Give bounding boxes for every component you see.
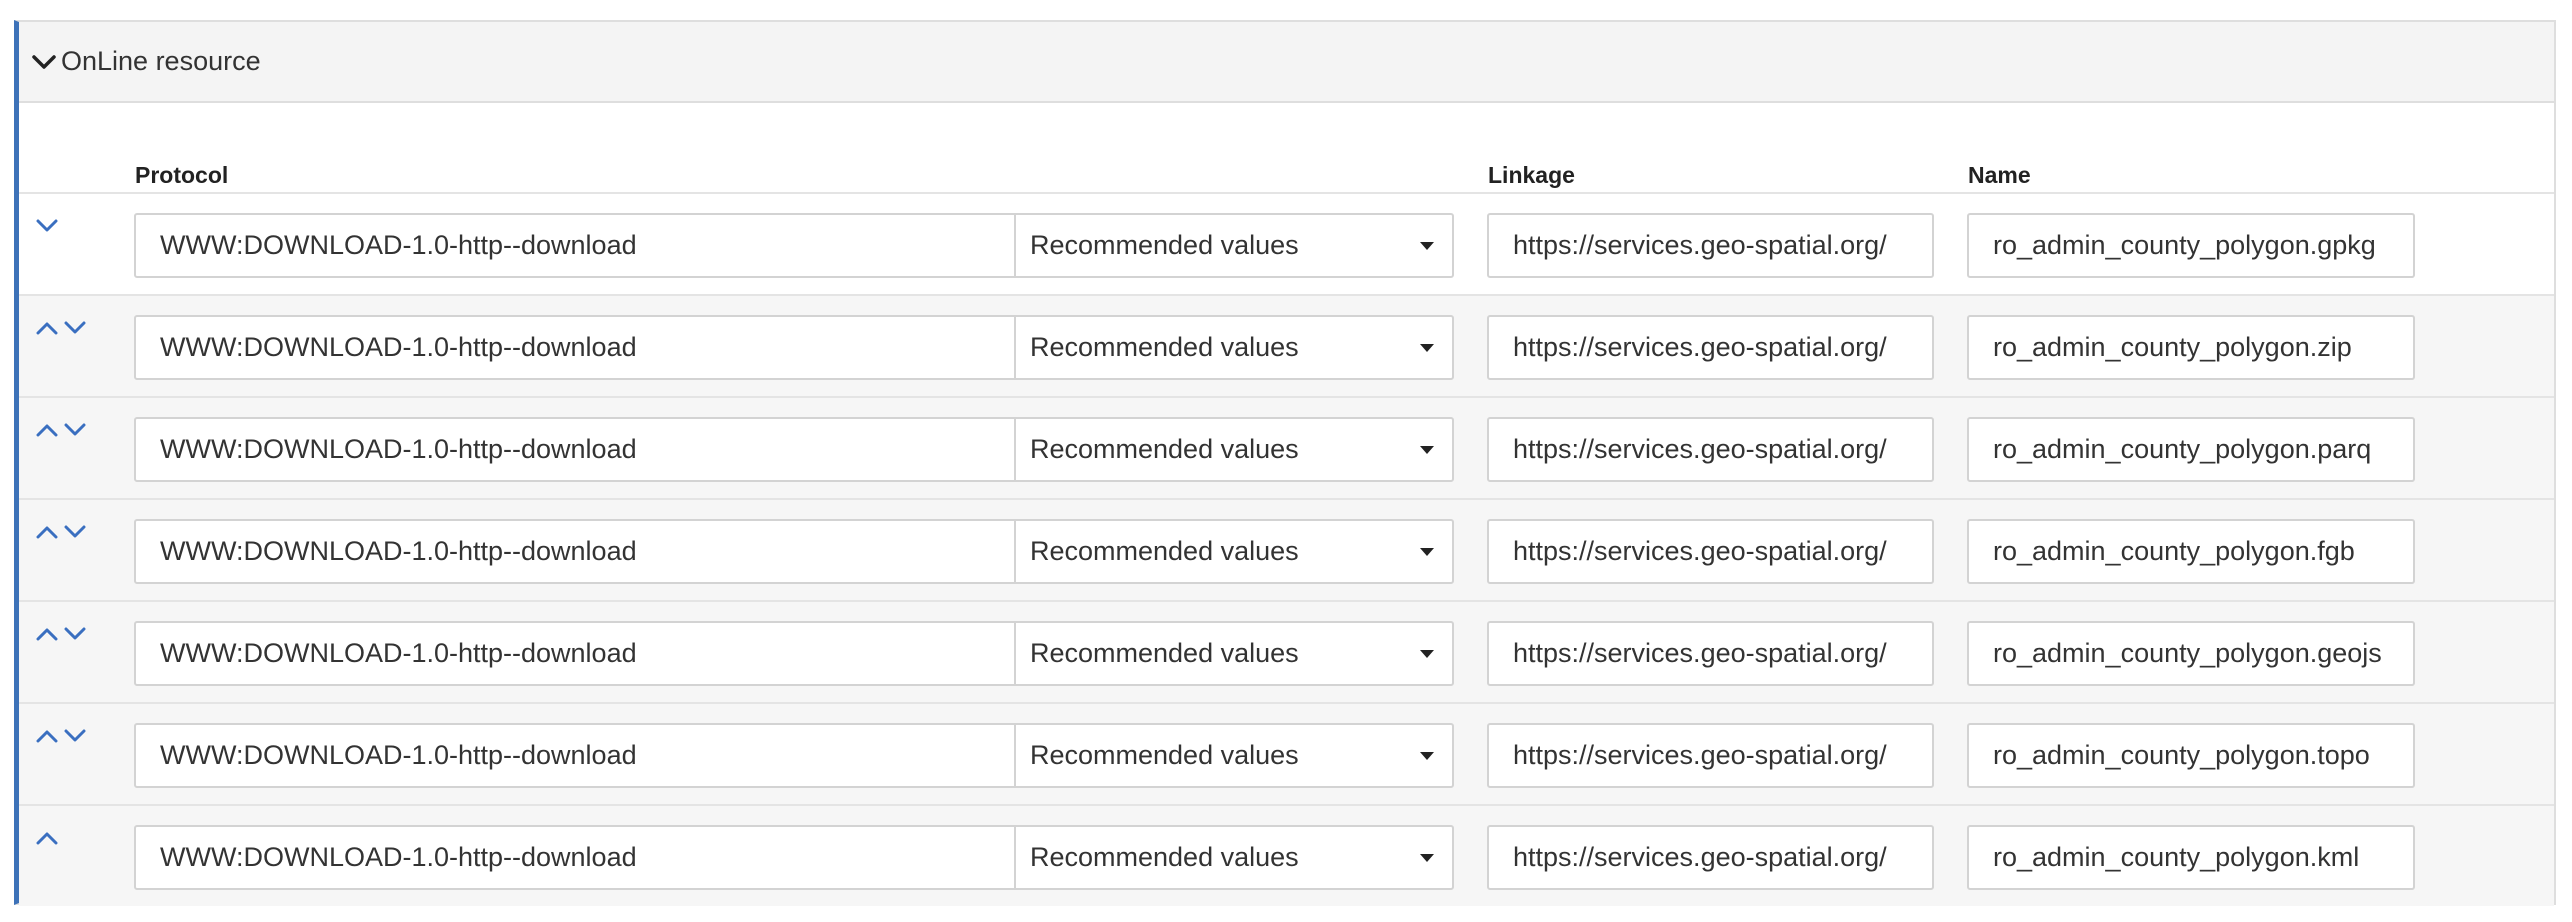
resource-row: WWW:DOWNLOAD-1.0-http--download Recommend… bbox=[19, 804, 2554, 906]
resource-row: WWW:DOWNLOAD-1.0-http--download Recommend… bbox=[19, 702, 2554, 804]
recommended-values-select[interactable]: Recommended values bbox=[1014, 621, 1454, 686]
column-header-name: Name bbox=[1968, 162, 2031, 188]
select-label: Recommended values bbox=[1030, 536, 1299, 566]
caret-down-icon bbox=[1420, 751, 1434, 760]
chevron-up-icon[interactable] bbox=[35, 520, 59, 544]
chevron-down-icon[interactable] bbox=[63, 418, 87, 442]
select-label: Recommended values bbox=[1030, 332, 1299, 362]
panel-title: OnLine resource bbox=[61, 46, 261, 76]
recommended-values-select[interactable]: Recommended values bbox=[1014, 417, 1454, 482]
caret-down-icon bbox=[1420, 853, 1434, 862]
caret-down-icon bbox=[1420, 445, 1434, 454]
protocol-input[interactable]: WWW:DOWNLOAD-1.0-http--download bbox=[134, 519, 1016, 584]
row-move-controls bbox=[35, 316, 87, 346]
recommended-values-select[interactable]: Recommended values bbox=[1014, 825, 1454, 890]
name-input[interactable]: ro_admin_county_polygon.geojs bbox=[1967, 621, 2415, 686]
select-label: Recommended values bbox=[1030, 638, 1299, 668]
select-label: Recommended values bbox=[1030, 230, 1299, 260]
name-input[interactable]: ro_admin_county_polygon.fgb bbox=[1967, 519, 2415, 584]
select-label: Recommended values bbox=[1030, 740, 1299, 770]
protocol-input[interactable]: WWW:DOWNLOAD-1.0-http--download bbox=[134, 825, 1016, 890]
name-input[interactable]: ro_admin_county_polygon.gpkg bbox=[1967, 213, 2415, 278]
online-resource-panel: OnLine resource Protocol Linkage Name WW… bbox=[14, 20, 2556, 906]
chevron-down-icon[interactable] bbox=[63, 622, 87, 646]
protocol-input[interactable]: WWW:DOWNLOAD-1.0-http--download bbox=[134, 723, 1016, 788]
column-header-linkage: Linkage bbox=[1488, 162, 1575, 188]
chevron-down-icon[interactable] bbox=[63, 724, 87, 748]
chevron-down-icon[interactable] bbox=[63, 316, 87, 340]
caret-down-icon bbox=[1420, 649, 1434, 658]
linkage-input[interactable]: https://services.geo-spatial.org/ bbox=[1487, 621, 1934, 686]
select-label: Recommended values bbox=[1030, 434, 1299, 464]
resource-row: WWW:DOWNLOAD-1.0-http--download Recommend… bbox=[19, 498, 2554, 600]
resource-row: WWW:DOWNLOAD-1.0-http--download Recommend… bbox=[19, 192, 2554, 294]
resource-row: WWW:DOWNLOAD-1.0-http--download Recommend… bbox=[19, 396, 2554, 498]
linkage-input[interactable]: https://services.geo-spatial.org/ bbox=[1487, 315, 1934, 380]
resource-row: WWW:DOWNLOAD-1.0-http--download Recommend… bbox=[19, 294, 2554, 396]
linkage-input[interactable]: https://services.geo-spatial.org/ bbox=[1487, 723, 1934, 788]
name-input[interactable]: ro_admin_county_polygon.kml bbox=[1967, 825, 2415, 890]
column-header-protocol: Protocol bbox=[135, 162, 229, 188]
protocol-input[interactable]: WWW:DOWNLOAD-1.0-http--download bbox=[134, 213, 1016, 278]
name-input[interactable]: ro_admin_county_polygon.zip bbox=[1967, 315, 2415, 380]
caret-down-icon bbox=[1420, 343, 1434, 352]
chevron-down-icon[interactable] bbox=[63, 520, 87, 544]
chevron-up-icon[interactable] bbox=[35, 622, 59, 646]
row-move-controls bbox=[35, 520, 87, 550]
name-input[interactable]: ro_admin_county_polygon.parq bbox=[1967, 417, 2415, 482]
chevron-down-icon[interactable] bbox=[35, 214, 59, 238]
protocol-input[interactable]: WWW:DOWNLOAD-1.0-http--download bbox=[134, 417, 1016, 482]
caret-down-icon bbox=[1420, 241, 1434, 250]
caret-down-icon bbox=[1420, 547, 1434, 556]
linkage-input[interactable]: https://services.geo-spatial.org/ bbox=[1487, 825, 1934, 890]
recommended-values-select[interactable]: Recommended values bbox=[1014, 213, 1454, 278]
protocol-input[interactable]: WWW:DOWNLOAD-1.0-http--download bbox=[134, 315, 1016, 380]
chevron-up-icon[interactable] bbox=[35, 724, 59, 748]
name-input[interactable]: ro_admin_county_polygon.topo bbox=[1967, 723, 2415, 788]
recommended-values-select[interactable]: Recommended values bbox=[1014, 723, 1454, 788]
chevron-up-icon[interactable] bbox=[35, 826, 59, 850]
row-move-controls bbox=[35, 214, 59, 244]
chevron-down-icon[interactable] bbox=[31, 49, 57, 75]
chevron-up-icon[interactable] bbox=[35, 418, 59, 442]
linkage-input[interactable]: https://services.geo-spatial.org/ bbox=[1487, 417, 1934, 482]
chevron-up-icon[interactable] bbox=[35, 316, 59, 340]
recommended-values-select[interactable]: Recommended values bbox=[1014, 315, 1454, 380]
panel-header[interactable]: OnLine resource bbox=[19, 22, 2554, 103]
row-move-controls bbox=[35, 724, 87, 754]
row-move-controls bbox=[35, 418, 87, 448]
protocol-input[interactable]: WWW:DOWNLOAD-1.0-http--download bbox=[134, 621, 1016, 686]
recommended-values-select[interactable]: Recommended values bbox=[1014, 519, 1454, 584]
linkage-input[interactable]: https://services.geo-spatial.org/ bbox=[1487, 519, 1934, 584]
resource-row: WWW:DOWNLOAD-1.0-http--download Recommend… bbox=[19, 600, 2554, 702]
row-move-controls bbox=[35, 622, 87, 652]
row-move-controls bbox=[35, 826, 59, 856]
linkage-input[interactable]: https://services.geo-spatial.org/ bbox=[1487, 213, 1934, 278]
select-label: Recommended values bbox=[1030, 842, 1299, 872]
